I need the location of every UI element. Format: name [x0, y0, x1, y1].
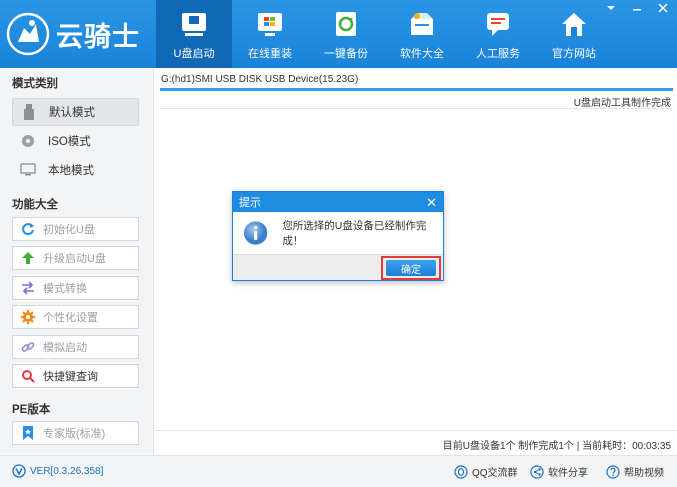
- status-text: U盘启动工具制作完成: [573, 98, 671, 109]
- help-icon: [606, 464, 620, 479]
- refresh-icon: [21, 222, 35, 236]
- windows-monitor-icon: [253, 7, 287, 41]
- qq-group-link[interactable]: QQ交流群: [454, 464, 518, 479]
- mode-label: 默认模式: [49, 107, 95, 119]
- gear-icon: [21, 310, 35, 324]
- logo: 云骑士: [6, 8, 140, 60]
- dialog-title-bar: 提示 ✕: [233, 192, 443, 212]
- search-icon: [21, 369, 35, 383]
- usb-stick-icon: [21, 104, 37, 120]
- chat-service-icon: [481, 7, 515, 41]
- qq-group-label: QQ交流群: [472, 468, 518, 479]
- nav-label: 软件大全: [400, 48, 444, 60]
- help-video-label: 帮助视频: [624, 468, 664, 479]
- share-label: 软件分享: [548, 468, 588, 479]
- hotkey-query-button[interactable]: 快捷键查询: [12, 364, 139, 388]
- upgrade-usb-button[interactable]: 升级启动U盘: [12, 246, 139, 270]
- mode-default[interactable]: 默认模式: [12, 98, 139, 126]
- share-icon: [530, 464, 544, 479]
- func-label: 模式转换: [43, 283, 87, 295]
- footer: VER[0.3.26.358] QQ交流群 软件分享 帮助视频: [0, 455, 677, 487]
- nav-online-reinstall[interactable]: 在线重装: [232, 0, 308, 68]
- init-usb-button[interactable]: 初始化U盘: [12, 217, 139, 241]
- progress-bar: [160, 88, 673, 91]
- window-controls: [605, 2, 669, 14]
- logo-text: 云骑士: [56, 21, 140, 52]
- help-video-link[interactable]: 帮助视频: [606, 464, 664, 479]
- title-bar: 云骑士 U盘启动 在线重装 一键备份 软件大全 人工服务 官方网站: [0, 0, 677, 68]
- dialog-title: 提示: [239, 197, 261, 209]
- info-icon: [243, 221, 268, 245]
- mode-label: ISO模式: [48, 136, 91, 148]
- divider: [155, 430, 677, 431]
- disc-icon: [20, 133, 36, 149]
- func-label: 个性化设置: [43, 312, 98, 324]
- version-icon: [12, 464, 26, 478]
- home-icon: [557, 7, 591, 41]
- personalize-button[interactable]: 个性化设置: [12, 305, 139, 329]
- nav-label: 人工服务: [476, 48, 520, 60]
- func-label: 模拟启动: [43, 342, 87, 354]
- nav-usb-boot[interactable]: U盘启动: [156, 0, 232, 68]
- func-label: 初始化U盘: [43, 224, 95, 236]
- mode-iso[interactable]: ISO模式: [12, 127, 139, 155]
- pe-version-button[interactable]: 专家版(标准): [12, 421, 139, 445]
- software-box-icon: [405, 7, 439, 41]
- version-text: VER[0.3.26.358]: [30, 465, 104, 477]
- nav-label: 官方网站: [552, 48, 596, 60]
- nav-label: 一键备份: [324, 48, 368, 60]
- nav-label: U盘启动: [173, 48, 215, 60]
- nav-manual-service[interactable]: 人工服务: [460, 0, 536, 68]
- modes-section-title: 模式类别: [12, 78, 58, 90]
- ok-button[interactable]: 确定: [386, 260, 436, 276]
- menu-dropdown-icon[interactable]: [605, 2, 617, 14]
- nav-one-click-backup[interactable]: 一键备份: [308, 0, 384, 68]
- mode-label: 本地模式: [48, 165, 94, 177]
- mode-convert-button[interactable]: 模式转换: [12, 276, 139, 300]
- functions-section-title: 功能大全: [12, 199, 58, 211]
- func-label: 快捷键查询: [43, 371, 98, 383]
- share-link[interactable]: 软件分享: [530, 464, 588, 479]
- divider: [160, 108, 673, 109]
- bottom-status: 目前U盘设备1个 制作完成1个 | 当前耗时：00:03:35: [442, 441, 671, 452]
- func-label: 专家版(标准): [43, 428, 106, 440]
- nav-label: 在线重装: [248, 48, 292, 60]
- minimize-icon[interactable]: [631, 2, 643, 14]
- dialog-footer: 确定: [233, 254, 443, 280]
- top-nav: U盘启动 在线重装 一键备份 软件大全 人工服务 官方网站: [156, 0, 612, 68]
- nav-software[interactable]: 软件大全: [384, 0, 460, 68]
- link-icon: [21, 340, 35, 354]
- version-info: VER[0.3.26.358]: [12, 464, 103, 478]
- dialog-close-icon[interactable]: ✕: [426, 196, 437, 209]
- convert-arrows-icon: [21, 281, 35, 295]
- func-label: 升级启动U盘: [43, 253, 106, 265]
- monitor-icon: [20, 162, 36, 178]
- nav-official-site[interactable]: 官方网站: [536, 0, 612, 68]
- mode-local[interactable]: 本地模式: [12, 156, 139, 184]
- usb-drive-icon: [177, 7, 211, 41]
- device-name: G:(hd1)SMI USB DISK USB Device(15.23G): [161, 74, 359, 85]
- knight-logo-icon: [6, 12, 50, 56]
- backup-icon: [329, 7, 363, 41]
- bookmark-icon: [21, 426, 35, 440]
- alert-dialog: 提示 ✕ 您所选择的U盘设备已经制作完成！ 确定: [232, 191, 444, 281]
- qq-icon: [454, 464, 468, 479]
- upload-arrow-icon: [21, 251, 35, 265]
- pe-section-title: PE版本: [12, 404, 51, 416]
- dialog-body: 您所选择的U盘设备已经制作完成！: [233, 212, 443, 254]
- dialog-message: 您所选择的U盘设备已经制作完成！: [282, 220, 427, 247]
- close-icon[interactable]: [657, 2, 669, 14]
- sidebar: 模式类别 默认模式 ISO模式 本地模式 功能大全 初始化U盘 升级启动U盘 模…: [0, 68, 154, 455]
- ok-button-highlight: 确定: [381, 256, 441, 280]
- simulate-boot-button[interactable]: 模拟启动: [12, 335, 139, 359]
